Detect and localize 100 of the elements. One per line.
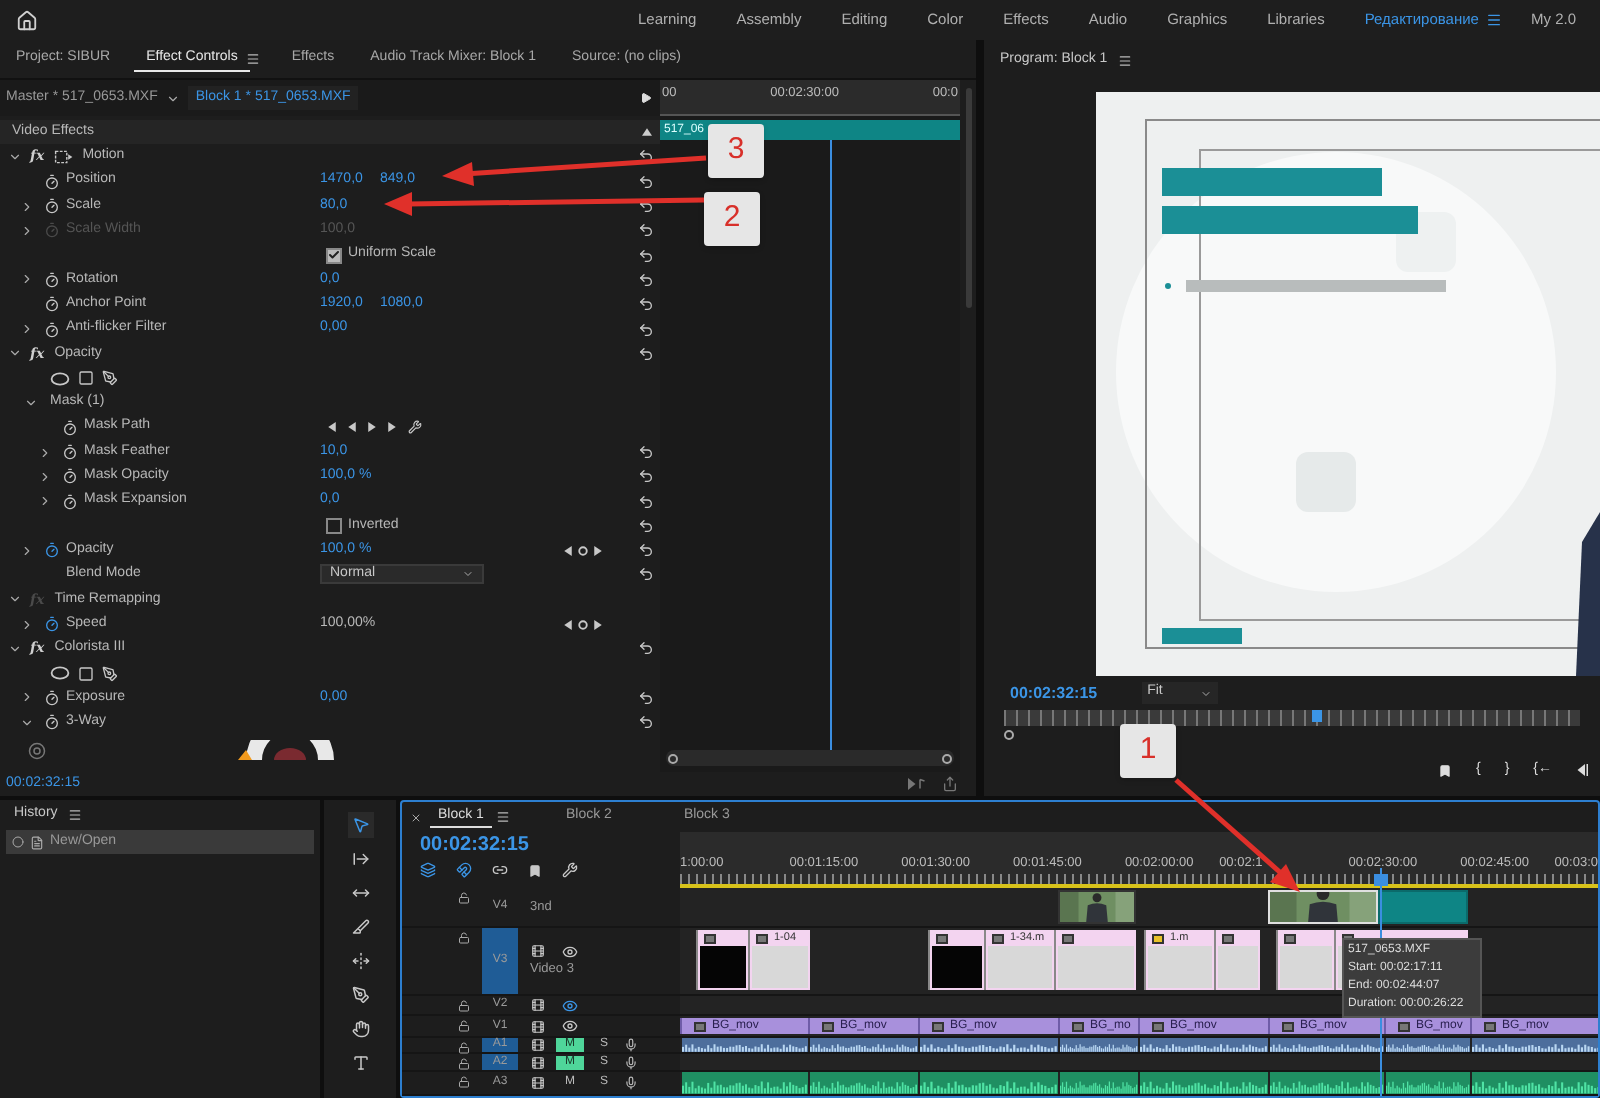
close-icon[interactable]	[410, 811, 422, 823]
lock-icon[interactable]	[458, 1058, 470, 1070]
stopwatch-icon[interactable]	[44, 542, 60, 559]
expand-icon[interactable]	[20, 322, 34, 337]
reset-icon[interactable]	[638, 468, 654, 485]
checkbox[interactable]	[326, 247, 342, 264]
stopwatch-icon[interactable]	[44, 616, 60, 633]
audio-clip[interactable]	[918, 1072, 1058, 1094]
reset-icon[interactable]	[638, 321, 654, 338]
audio-clip[interactable]	[1470, 1038, 1598, 1052]
pointer-icon[interactable]	[347, 812, 373, 838]
next-keyframe-icon[interactable]	[594, 619, 602, 630]
collapse-icon[interactable]	[8, 641, 22, 656]
stopwatch-icon[interactable]	[44, 198, 60, 215]
dropdown-icon[interactable]	[165, 91, 180, 105]
scrub-bar[interactable]	[1004, 710, 1580, 726]
stopwatch-icon[interactable]	[44, 296, 60, 313]
menu-icon[interactable]	[495, 810, 510, 824]
collapse-icon[interactable]	[20, 715, 34, 730]
wrench-icon[interactable]	[408, 420, 422, 435]
expand-icon[interactable]	[20, 272, 34, 287]
ellipse-mask-icon[interactable]	[50, 666, 70, 681]
reset-icon[interactable]	[638, 296, 654, 313]
stopwatch-icon[interactable]	[62, 468, 78, 485]
playhead-marker[interactable]	[1374, 874, 1388, 886]
add-keyframe-icon[interactable]	[578, 619, 588, 630]
video-clip[interactable]	[1378, 890, 1468, 924]
audio-clip[interactable]	[680, 1038, 808, 1052]
expand-icon[interactable]	[20, 543, 34, 558]
reset-icon[interactable]	[638, 714, 654, 731]
audio-clip[interactable]	[1138, 1072, 1268, 1094]
link-icon[interactable]	[492, 862, 508, 878]
rectangle-mask-icon[interactable]	[78, 665, 94, 682]
stopwatch-icon[interactable]	[44, 173, 60, 190]
track-back-icon[interactable]	[348, 422, 356, 433]
film-icon[interactable]	[530, 1055, 546, 1069]
track-backward-icon[interactable]	[328, 422, 336, 433]
slip-icon[interactable]	[347, 948, 373, 974]
audio-clip[interactable]	[1470, 1072, 1598, 1094]
reset-icon[interactable]	[638, 517, 654, 534]
track-forward-all-icon[interactable]	[388, 422, 396, 433]
expand-icon[interactable]	[20, 690, 34, 705]
rectangle-mask-icon[interactable]	[78, 370, 94, 387]
eye-icon[interactable]	[562, 997, 578, 1013]
expand-icon[interactable]	[38, 469, 52, 484]
menu-icon[interactable]	[67, 808, 82, 822]
reset-icon[interactable]	[638, 444, 654, 460]
step-back-icon[interactable]	[1576, 764, 1588, 776]
stopwatch-icon[interactable]	[62, 419, 78, 436]
audio-clip[interactable]	[1138, 1038, 1268, 1052]
eye-icon[interactable]	[562, 1018, 578, 1034]
playhead-marker[interactable]	[1312, 710, 1322, 722]
menu-icon[interactable]	[1117, 53, 1132, 67]
pen-icon[interactable]	[102, 370, 118, 387]
ellipse-mask-icon[interactable]	[50, 371, 70, 386]
layers-icon[interactable]	[420, 862, 436, 878]
stopwatch-icon[interactable]	[44, 689, 60, 706]
video-clip[interactable]	[1214, 930, 1260, 990]
film-icon[interactable]	[530, 1038, 546, 1052]
pen-icon[interactable]	[102, 665, 118, 682]
video-clip[interactable]	[1058, 890, 1136, 924]
reset-icon[interactable]	[638, 566, 654, 583]
audio-clip[interactable]	[1384, 1072, 1470, 1094]
film-icon[interactable]	[530, 998, 546, 1012]
mic-icon[interactable]	[624, 1076, 638, 1090]
audio-clip[interactable]	[808, 1038, 918, 1052]
track-forward-icon[interactable]	[368, 422, 376, 433]
expand-icon[interactable]	[20, 617, 34, 632]
eye-icon[interactable]	[562, 943, 578, 959]
next-keyframe-icon[interactable]	[594, 545, 602, 556]
lock-icon[interactable]	[458, 932, 470, 944]
audio-clip[interactable]	[808, 1072, 918, 1094]
collapse-icon[interactable]	[8, 346, 22, 361]
export-icon[interactable]	[942, 776, 958, 792]
reset-wheel-icon[interactable]	[28, 741, 46, 760]
reset-icon[interactable]	[638, 493, 654, 510]
expand-icon[interactable]	[38, 494, 52, 509]
menu-icon[interactable]	[245, 52, 260, 66]
razor-icon[interactable]	[347, 914, 373, 940]
previous-keyframe-icon[interactable]	[564, 545, 572, 556]
lock-icon[interactable]	[458, 1000, 470, 1012]
audio-clip[interactable]	[680, 1072, 808, 1094]
expand-icon[interactable]	[20, 199, 34, 214]
film-icon[interactable]	[530, 1019, 546, 1033]
expand-icon[interactable]	[38, 445, 52, 459]
mic-icon[interactable]	[624, 1055, 638, 1069]
film-icon[interactable]	[530, 944, 546, 958]
collapse-icon[interactable]	[24, 395, 38, 410]
hand-icon[interactable]	[347, 1016, 373, 1042]
mic-icon[interactable]	[624, 1038, 638, 1052]
motion-icon[interactable]	[54, 149, 75, 164]
reset-icon[interactable]	[638, 198, 654, 215]
stopwatch-icon[interactable]	[44, 271, 60, 288]
reset-icon[interactable]	[638, 148, 654, 165]
audio-clip[interactable]	[1058, 1038, 1138, 1052]
checkbox[interactable]	[326, 517, 342, 534]
wrench-icon[interactable]	[562, 862, 578, 878]
video-clip[interactable]	[928, 930, 984, 990]
stopwatch-icon[interactable]	[44, 714, 60, 731]
film-icon[interactable]	[530, 1076, 546, 1090]
